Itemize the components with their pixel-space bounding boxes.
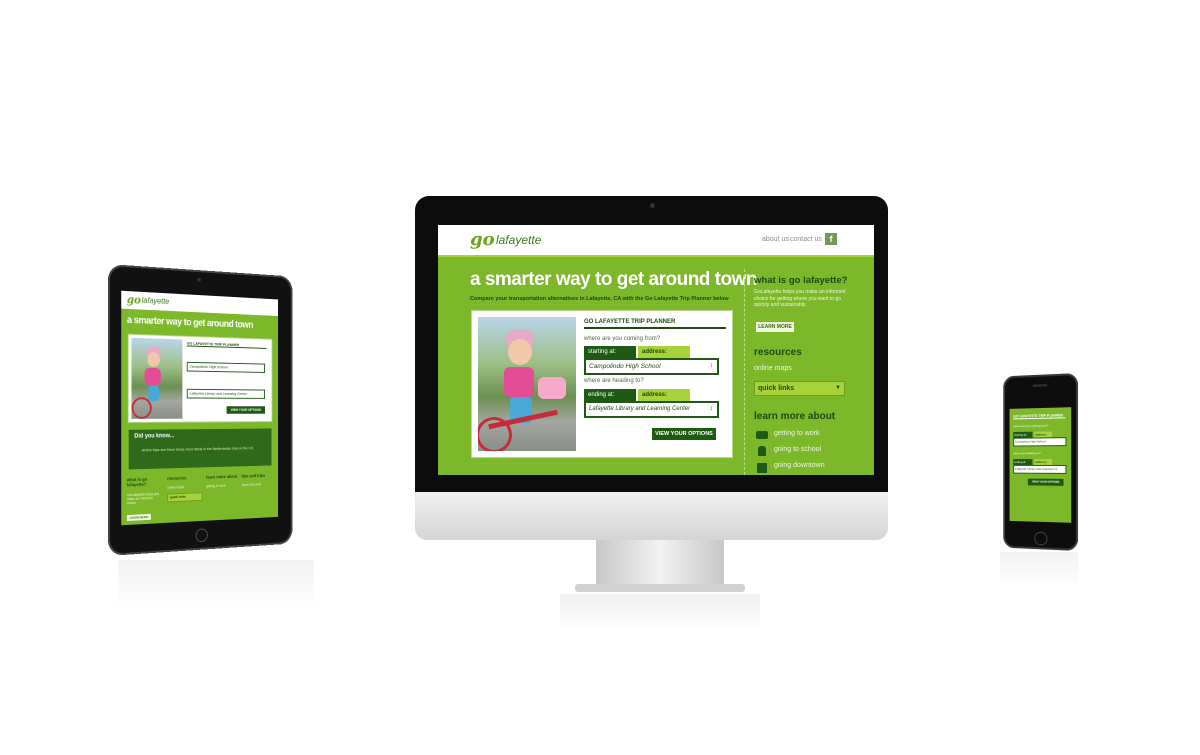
imac-reflection [560,594,760,634]
buildings-icon [757,463,767,473]
desktop-site: go lafayette about us contact us f a sma… [438,225,874,475]
desktop-nav: go lafayette about us contact us f [438,225,874,255]
what-heading: what is go lafayette? [754,275,848,286]
ipad-reflection [118,560,314,610]
tablet-site: go lafayette a smarter way to get around… [121,290,278,526]
phone-site: GO LAFAYETTE TRIP PLANNER where are you … [1009,407,1072,523]
phone-from-question: where are you coming from? [1013,423,1049,429]
start-location-value: Campolindo High School [589,363,661,370]
nav-divider [438,255,874,257]
tablet-footer-col-4-title: tips and trips [241,473,266,479]
tablet-nav: go lafayette [121,290,278,317]
nav-contact[interactable]: contact us [790,236,822,243]
girl-bike-photo [478,317,576,451]
select-arrow-icon: ↕ [710,406,713,412]
trip-planner-title: GO LAFAYETTE TRIP PLANNER [584,319,726,329]
briefcase-icon [756,431,768,439]
logo-go[interactable]: go [470,229,495,250]
logo-text[interactable]: lafayette [496,233,541,247]
trip-planner-panel: GO LAFAYETTE TRIP PLANNER where are you … [472,311,732,457]
quick-links-label: quick links [758,385,795,392]
ending-label: ending at: [584,389,636,401]
tablet-quick-links[interactable]: quick links [167,492,203,503]
phone-planner-title: GO LAFAYETTE TRIP PLANNER [1013,413,1066,420]
tablet-girl-photo [131,337,183,419]
speaker-icon [1032,384,1048,387]
camera-icon [650,203,655,208]
school-kids-icon [758,446,766,456]
iphone-device: GO LAFAYETTE TRIP PLANNER where are you … [1003,373,1078,551]
view-options-button[interactable]: VIEW YOUR OPTIONS [652,428,716,440]
tablet-end-select[interactable]: Lafayette Library and Learning Center [186,388,265,399]
hero-subtitle: Compare your transportation alternatives… [470,296,729,302]
learn-more-button[interactable]: LEARN MORE [756,322,794,332]
phone-to-question: where are heading to? [1013,451,1041,456]
end-address-tab[interactable]: address: [638,389,690,401]
tablet-did-you-know-box: Did you know... Active trips are three t… [128,428,272,470]
imac-stand [596,540,724,584]
tablet-footer-col-2-text[interactable]: online maps [167,485,184,489]
tablet-start-select[interactable]: Campolindo High School [186,361,265,373]
learn-item-work[interactable]: getting to work [774,430,820,437]
ipad-device: go lafayette a smarter way to get around… [108,264,293,556]
tablet-logo-text[interactable]: lafayette [142,296,170,306]
hero-title: a smarter way to get around town [470,269,758,290]
learn-heading: learn more about [754,411,836,422]
start-address-tab[interactable]: address: [638,346,690,358]
tablet-footer-col-2-title: resources [167,475,187,481]
online-maps-link[interactable]: online maps [754,365,792,372]
end-location-select[interactable]: Lafayette Library and Learning Center ↕ [584,401,719,418]
learn-item-school[interactable]: going to school [774,446,821,453]
facebook-icon[interactable]: f [825,233,837,245]
tablet-footer-col-1-title: what is go lafayette? [126,476,148,488]
end-location-value: Lafayette Library and Learning Center [589,406,691,412]
did-you-know-title: Did you know... [134,433,175,440]
from-question: where are you coming from? [584,336,661,342]
start-location-select[interactable]: Campolindo High School ↕ [584,358,719,375]
to-question: where are heading to? [584,378,644,384]
imac-foot [575,584,745,592]
phone-end-select[interactable]: Lafayette Library and Learning Ce [1013,464,1067,474]
what-text: GoLafayette helps you make an informed c… [754,289,846,308]
tablet-learn-more-button[interactable]: LEARN MORE [126,513,151,522]
tablet-footer-col-3-title: learn more about [206,473,238,480]
learn-item-downtown[interactable]: going downtown [774,462,825,469]
tablet-footer-col-4-text[interactable]: ideas that work [242,482,262,486]
select-arrow-icon: ↕ [710,363,713,369]
starting-label: starting at: [584,346,636,358]
phone-start-select[interactable]: Campolindo High School [1013,437,1067,447]
imac-chin [415,492,888,540]
resources-heading: resources [754,347,802,358]
home-button-icon[interactable] [1034,531,1048,546]
tablet-logo-go[interactable]: go [127,293,141,307]
phone-view-options-button[interactable]: VIEW YOUR OPTIONS [1027,478,1064,486]
tablet-footer-col-1-text: GoLafayette helps you make an informed c… [126,492,160,506]
did-you-know-fact: Active trips are three times more likely… [141,445,254,453]
nav-about[interactable]: about us [762,236,789,243]
iphone-reflection [1000,552,1078,588]
tablet-view-options-button[interactable]: VIEW YOUR OPTIONS [226,406,265,414]
tablet-hero-title: a smarter way to get around town [126,314,254,331]
camera-icon [197,277,201,282]
chevron-down-icon: ▼ [835,385,841,391]
quick-links-dropdown[interactable]: quick links ▼ [754,381,845,396]
tablet-footer-col-3-text[interactable]: getting to work [206,484,226,489]
tablet-planner-panel: GO LAFAYETTE TRIP PLANNER Campolindo Hig… [128,334,272,422]
tablet-planner-title: GO LAFAYETTE TRIP PLANNER [186,340,267,349]
sidebar-divider [744,269,746,475]
home-button-icon[interactable] [195,528,208,543]
